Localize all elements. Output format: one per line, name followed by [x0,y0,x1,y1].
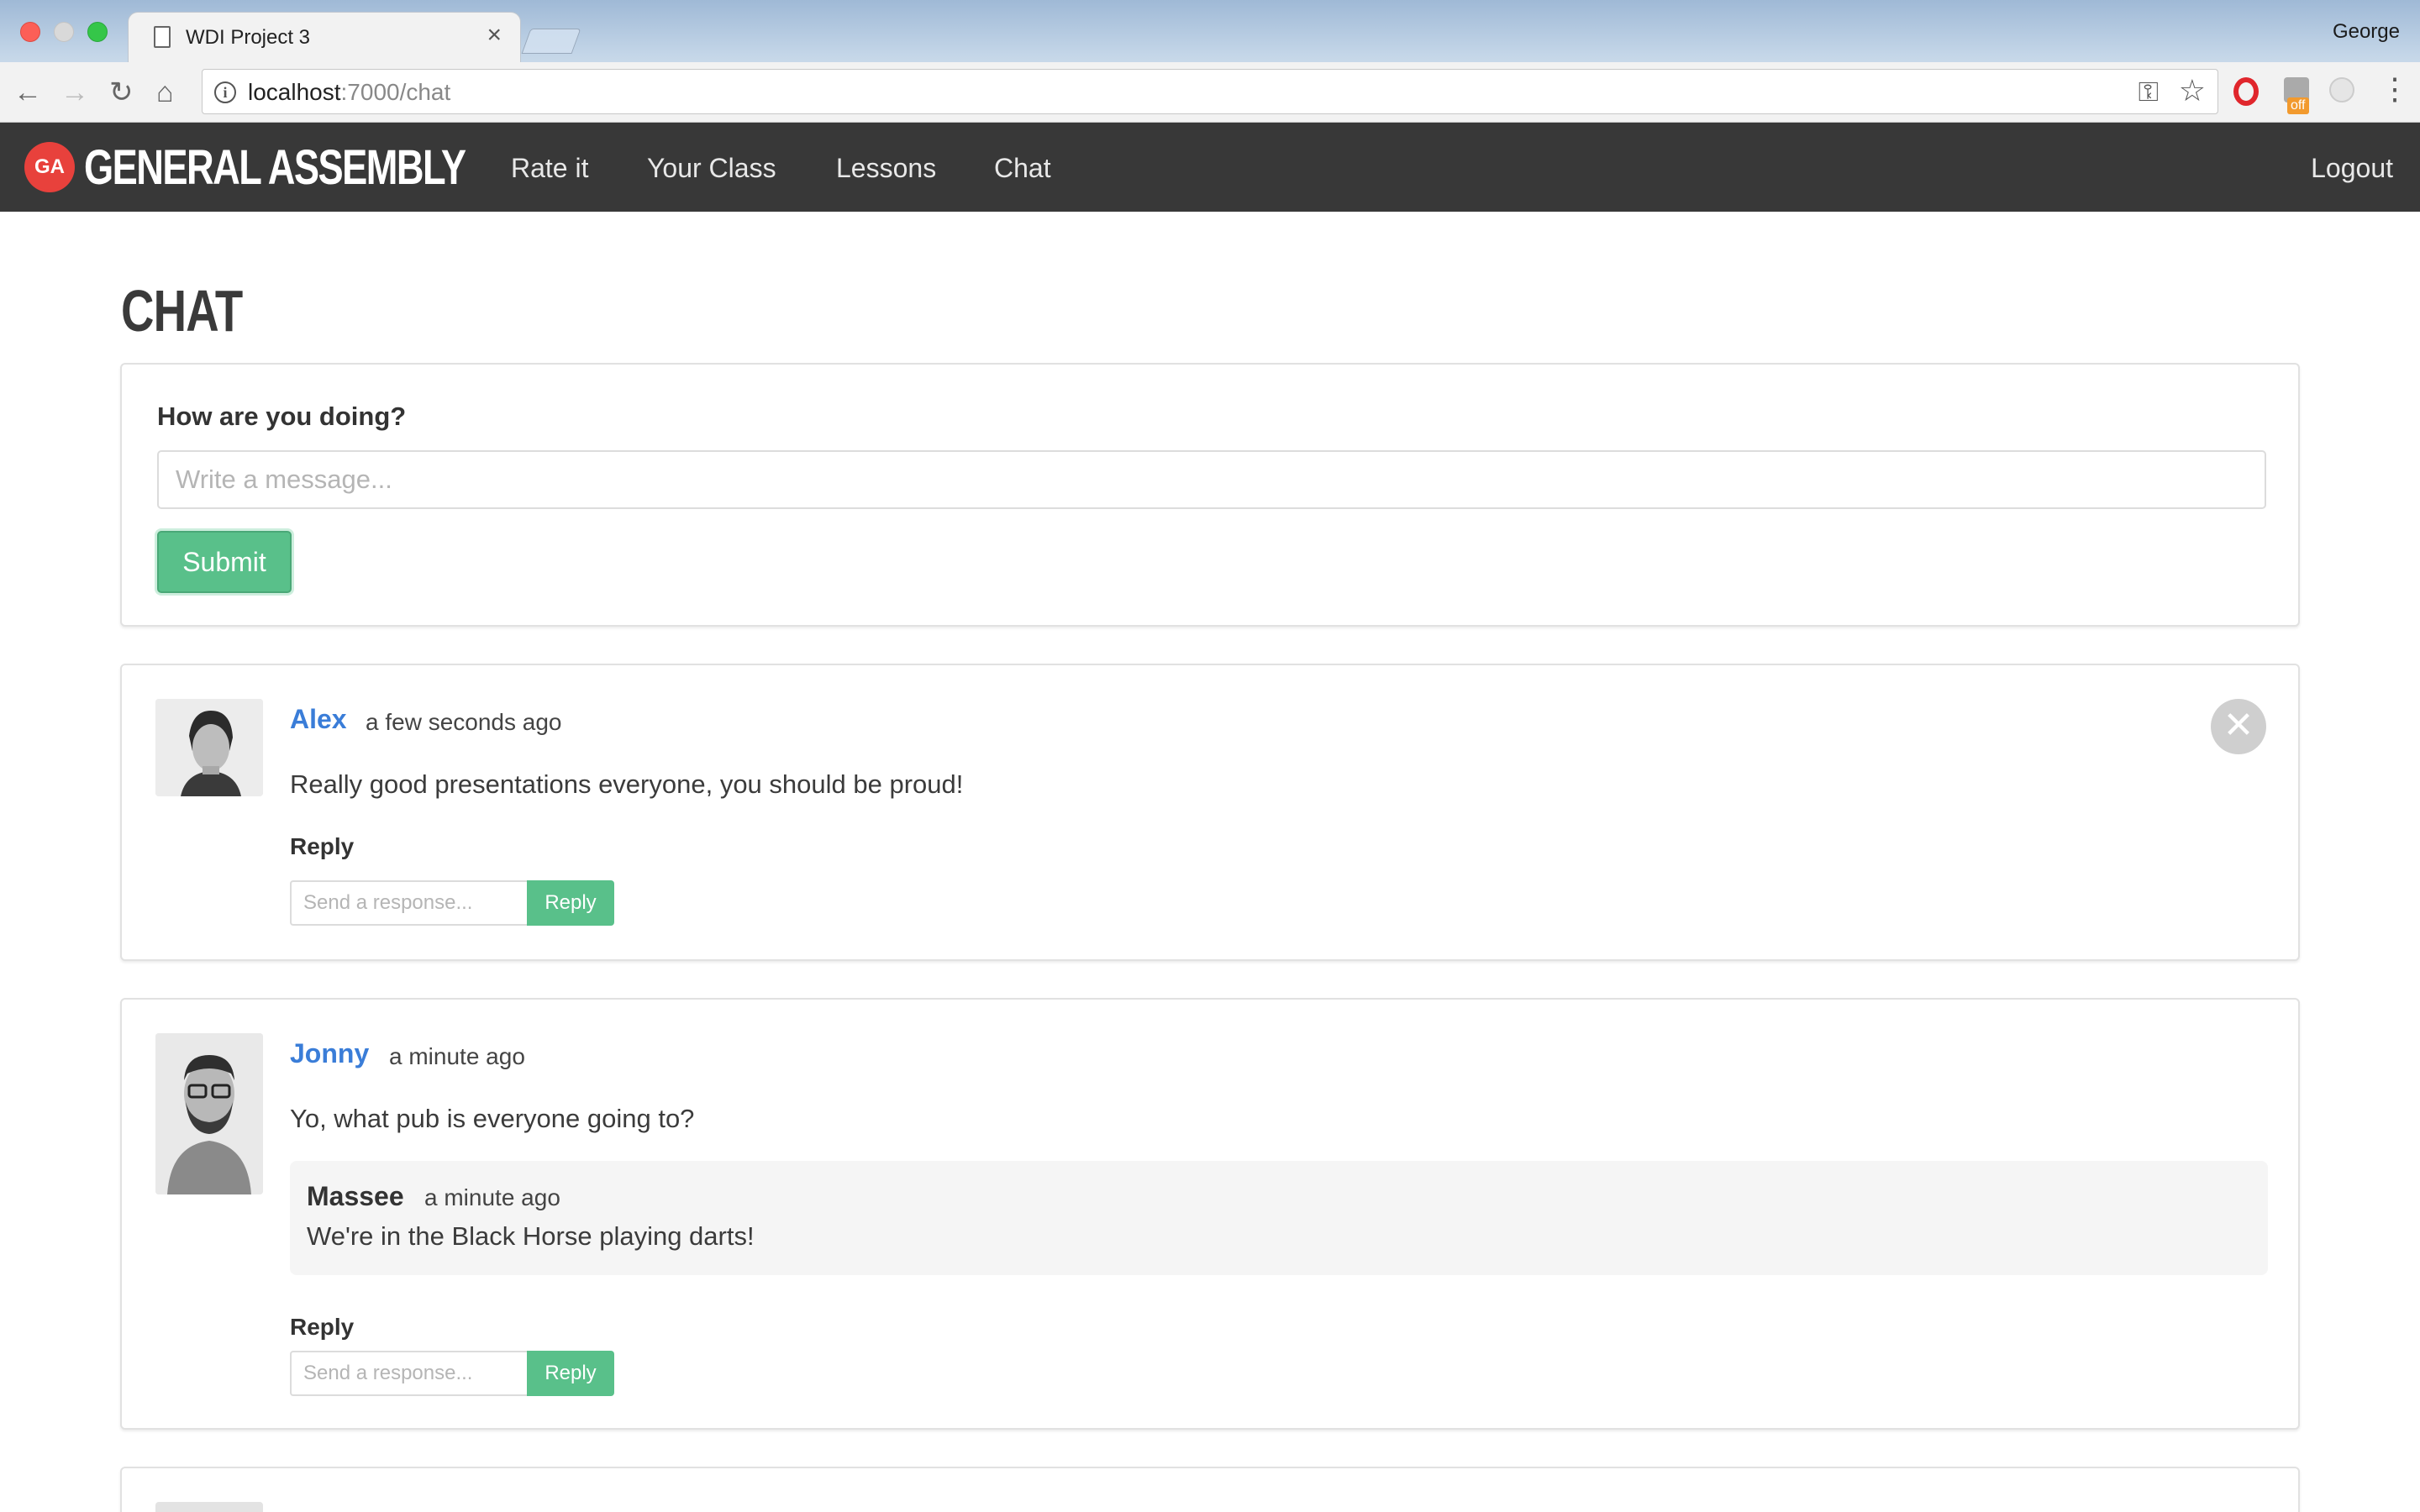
reply-body: We're in the Black Horse playing darts! [307,1221,755,1251]
address-bar[interactable]: i localhost:7000/chat ⚿ ☆ [202,69,2218,114]
ga-logo-icon[interactable]: GA [27,144,72,190]
compose-label: How are you doing? [157,402,407,431]
tab-title: WDI Project 3 [186,26,311,49]
brand-text[interactable]: GENERAL ASSEMBLY [84,139,466,196]
message-body: Really good presentations everyone, you … [290,769,964,799]
tab-close-icon[interactable]: × [487,23,502,48]
opera-extension-icon[interactable] [2233,77,2259,106]
logout-link[interactable]: Logout [2311,153,2393,184]
browser-toolbar: ← → ↻ ⌂ i localhost:7000/chat ⚿ ☆ off ⋮ [0,62,2420,123]
reply-input[interactable] [290,1351,527,1396]
reply-author[interactable]: Massee [307,1181,404,1212]
reply-label: Reply [290,1314,355,1340]
submit-button[interactable]: Submit [157,531,292,593]
menu-dots-icon[interactable]: ⋮ [2380,74,2410,104]
url-text[interactable]: localhost:7000/chat [248,79,450,106]
window-minimize-button[interactable] [54,22,74,42]
message-card [120,1467,2300,1512]
browser-tab[interactable]: WDI Project 3 × [128,12,521,62]
bookmark-star-icon[interactable]: ☆ [2179,73,2206,108]
key-icon[interactable]: ⚿ [2139,76,2159,108]
document-icon [154,26,171,48]
browser-chrome: WDI Project 3 × George ← → ↻ ⌂ i localho… [0,0,2420,123]
back-arrow-icon[interactable]: ← [13,77,42,108]
avatar [155,1033,263,1194]
reply-label: Reply [290,833,355,859]
nav-link-your-class[interactable]: Your Class [647,153,776,184]
info-icon[interactable]: i [214,81,236,103]
app-navbar: GA GENERAL ASSEMBLY Rate it Your Class L… [0,123,2420,212]
extension-circle-icon[interactable] [2329,77,2354,102]
reply-button[interactable]: Reply [527,1351,614,1396]
message-input[interactable] [157,450,2266,509]
window-close-button[interactable] [20,22,40,42]
message-card: Jonny a minute ago Yo, what pub is every… [120,998,2300,1430]
avatar [155,1502,263,1512]
close-icon: ✕ [2223,705,2254,746]
reload-icon[interactable]: ↻ [109,77,134,108]
nav-link-chat[interactable]: Chat [994,153,1051,184]
nav-link-rate-it[interactable]: Rate it [511,153,588,184]
profile-name[interactable]: George [2333,20,2400,44]
delete-message-button[interactable]: ✕ [2211,699,2266,754]
avatar [155,699,263,796]
message-author[interactable]: Jonny [290,1038,369,1069]
message-body: Yo, what pub is everyone going to? [290,1104,695,1133]
message-author[interactable]: Alex [290,704,347,735]
nav-link-lessons[interactable]: Lessons [836,153,936,184]
compose-card: How are you doing? Submit [120,363,2300,627]
reply-button[interactable]: Reply [527,880,614,926]
home-icon[interactable]: ⌂ [156,77,174,108]
page-title: CHAT [121,278,243,344]
reply-input[interactable] [290,880,527,926]
new-tab-button[interactable] [521,29,581,54]
reply-item: Massee a minute ago We're in the Black H… [290,1161,2268,1275]
message-card: Alex a few seconds ago Really good prese… [120,664,2300,961]
message-timestamp: a few seconds ago [366,709,562,735]
reply-timestamp: a minute ago [424,1184,560,1210]
message-timestamp: a minute ago [389,1043,525,1069]
extension-off-badge: off [2287,97,2309,114]
window-zoom-button[interactable] [87,22,108,42]
forward-arrow-icon[interactable]: → [60,77,89,108]
